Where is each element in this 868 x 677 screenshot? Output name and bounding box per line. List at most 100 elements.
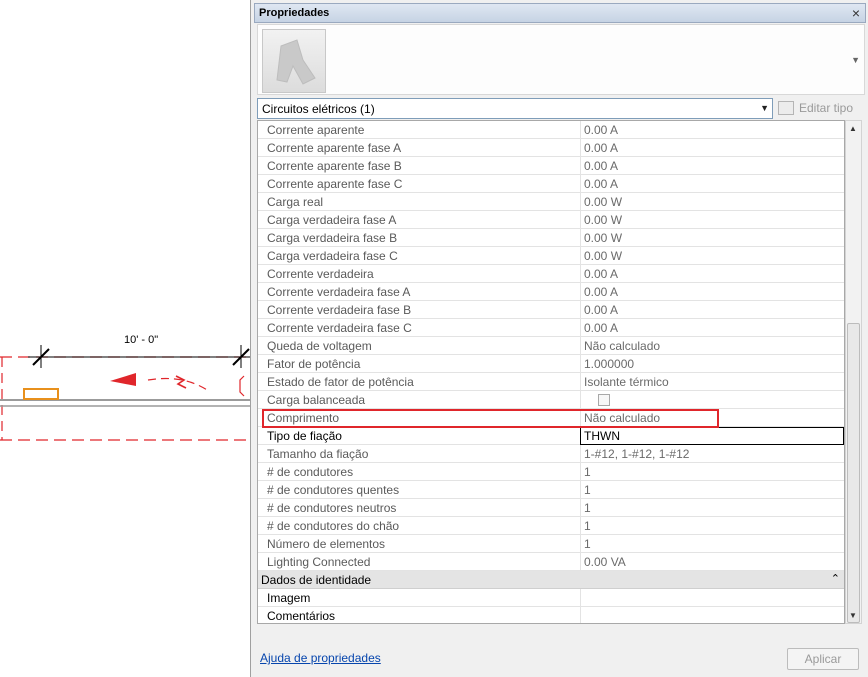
section-header-identity[interactable]: Dados de identidade ⌃ bbox=[258, 571, 844, 589]
property-row[interactable]: Carga balanceada bbox=[258, 391, 844, 409]
property-name: # de condutores bbox=[267, 465, 354, 479]
property-row[interactable]: Número de elementos 1 bbox=[258, 535, 844, 553]
property-name: # de condutores neutros bbox=[267, 501, 397, 515]
property-row[interactable]: Tamanho da fiação 1-#12, 1-#12, 1-#12 bbox=[258, 445, 844, 463]
property-value: 0.00 A bbox=[584, 123, 619, 137]
collapse-icon[interactable]: ⌃ bbox=[831, 572, 840, 585]
edit-type-icon bbox=[778, 101, 794, 115]
property-row-wire-type[interactable]: Tipo de fiação THWN bbox=[258, 427, 844, 445]
property-value: 1 bbox=[584, 465, 591, 479]
type-selector-value: Circuitos elétricos (1) bbox=[262, 102, 375, 116]
property-row[interactable]: # de condutores 1 bbox=[258, 463, 844, 481]
property-name: Carga verdadeira fase B bbox=[267, 231, 398, 245]
property-row[interactable]: Carga verdadeira fase A 0.00 W bbox=[258, 211, 844, 229]
apply-button[interactable]: Aplicar bbox=[787, 648, 859, 670]
property-value: 1 bbox=[584, 537, 591, 551]
property-name: Número de elementos bbox=[267, 537, 386, 551]
family-image-icon bbox=[276, 39, 316, 85]
property-value: 0.00 W bbox=[584, 231, 623, 245]
property-row[interactable]: # de condutores do chão 1 bbox=[258, 517, 844, 535]
property-row[interactable]: Corrente verdadeira fase B 0.00 A bbox=[258, 301, 844, 319]
circuit-arrow bbox=[110, 373, 136, 386]
property-row[interactable]: # de condutores neutros 1 bbox=[258, 499, 844, 517]
property-row[interactable]: # de condutores quentes 1 bbox=[258, 481, 844, 499]
property-row[interactable]: Corrente aparente 0.00 A bbox=[258, 121, 844, 139]
property-value: 0.00 A bbox=[584, 321, 619, 335]
properties-grid: Corrente aparente 0.00 A Corrente aparent… bbox=[257, 120, 845, 624]
property-value: 0.00 VA bbox=[584, 555, 626, 569]
lightning-icon bbox=[175, 375, 187, 389]
property-value: 0.00 W bbox=[584, 213, 623, 227]
property-row[interactable]: Corrente verdadeira 0.00 A bbox=[258, 265, 844, 283]
preview-scroll-icon[interactable]: ▼ bbox=[851, 55, 860, 65]
property-value: 0.00 A bbox=[584, 303, 619, 317]
property-name: Corrente verdadeira fase C bbox=[267, 321, 412, 335]
close-icon[interactable]: × bbox=[852, 5, 860, 21]
balanced-load-checkbox[interactable] bbox=[598, 394, 610, 406]
drawing-canvas[interactable]: 10' - 0" bbox=[0, 0, 250, 677]
property-name: Lighting Connected bbox=[267, 555, 371, 569]
property-name: Corrente aparente bbox=[267, 123, 365, 137]
dimension-label: 10' - 0" bbox=[124, 334, 159, 346]
property-row[interactable]: Carga real 0.00 W bbox=[258, 193, 844, 211]
property-value: THWN bbox=[584, 429, 620, 443]
property-name: Corrente verdadeira fase B bbox=[267, 303, 412, 317]
property-name: Tipo de fiação bbox=[267, 429, 342, 443]
property-value: Isolante térmico bbox=[584, 375, 669, 389]
property-value: 0.00 A bbox=[584, 285, 619, 299]
properties-help-link[interactable]: Ajuda de propriedades bbox=[260, 651, 381, 665]
properties-panel: Propriedades × ▼ Circuitos elétricos (1)… bbox=[250, 0, 868, 677]
family-thumbnail bbox=[262, 29, 326, 93]
property-name: Estado de fator de potência bbox=[267, 375, 414, 389]
panel-symbol bbox=[239, 375, 245, 397]
scroll-down-icon[interactable]: ▼ bbox=[849, 611, 857, 620]
property-value: 0.00 W bbox=[584, 195, 623, 209]
property-name: # de condutores quentes bbox=[267, 483, 400, 497]
edit-type-label: Editar tipo bbox=[799, 101, 854, 115]
properties-scrollbar[interactable]: ▲ ▼ bbox=[845, 120, 862, 624]
type-selector[interactable]: Circuitos elétricos (1) ▼ bbox=[257, 98, 773, 119]
property-value: Não calculado bbox=[584, 339, 661, 353]
property-name: Carga balanceada bbox=[267, 393, 366, 407]
property-row[interactable]: Corrente verdadeira fase A 0.00 A bbox=[258, 283, 844, 301]
property-value: 1 bbox=[584, 501, 591, 515]
scrollbar-thumb[interactable] bbox=[847, 323, 860, 623]
property-row[interactable]: Fator de potência 1.000000 bbox=[258, 355, 844, 373]
property-row[interactable]: Imagem bbox=[258, 589, 844, 607]
property-row[interactable]: Corrente aparente fase B 0.00 A bbox=[258, 157, 844, 175]
property-row[interactable]: Estado de fator de potência Isolante térm… bbox=[258, 373, 844, 391]
property-row[interactable]: Corrente aparente fase C 0.00 A bbox=[258, 175, 844, 193]
property-name: Corrente verdadeira bbox=[267, 267, 374, 281]
property-row[interactable]: Queda de voltagem Não calculado bbox=[258, 337, 844, 355]
property-value: 0.00 A bbox=[584, 177, 619, 191]
property-name: Carga real bbox=[267, 195, 324, 209]
type-preview: ▼ bbox=[257, 24, 865, 95]
property-value: 1-#12, 1-#12, 1-#12 bbox=[584, 447, 690, 461]
property-name: Corrente aparente fase C bbox=[267, 177, 403, 191]
panel-title-bar[interactable]: Propriedades × bbox=[254, 3, 866, 23]
edit-type-button[interactable]: Editar tipo bbox=[778, 98, 863, 119]
property-name: Corrente aparente fase A bbox=[267, 141, 402, 155]
chevron-down-icon[interactable]: ▼ bbox=[760, 103, 769, 113]
property-row[interactable]: Corrente verdadeira fase C 0.00 A bbox=[258, 319, 844, 337]
electrical-device bbox=[23, 388, 59, 400]
property-value: 1 bbox=[584, 519, 591, 533]
panel-title: Propriedades bbox=[259, 7, 330, 19]
property-value: 0.00 W bbox=[584, 249, 623, 263]
property-row[interactable]: Lighting Connected 0.00 VA bbox=[258, 553, 844, 571]
property-name: Corrente verdadeira fase A bbox=[267, 285, 411, 299]
property-row[interactable]: Comentários bbox=[258, 607, 844, 623]
property-row[interactable]: Carga verdadeira fase B 0.00 W bbox=[258, 229, 844, 247]
property-value: 0.00 A bbox=[584, 267, 619, 281]
scroll-up-icon[interactable]: ▲ bbox=[849, 124, 857, 133]
property-name: Corrente aparente fase B bbox=[267, 159, 402, 173]
property-name: # de condutores do chão bbox=[267, 519, 400, 533]
property-name: Carga verdadeira fase C bbox=[267, 249, 398, 263]
property-name: Fator de potência bbox=[267, 357, 361, 371]
property-value: 0.00 A bbox=[584, 141, 619, 155]
section-title: Dados de identidade bbox=[261, 573, 372, 587]
property-value: 1.000000 bbox=[584, 357, 635, 371]
highlight-box bbox=[262, 409, 719, 428]
property-row[interactable]: Corrente aparente fase A 0.00 A bbox=[258, 139, 844, 157]
property-row[interactable]: Carga verdadeira fase C 0.00 W bbox=[258, 247, 844, 265]
